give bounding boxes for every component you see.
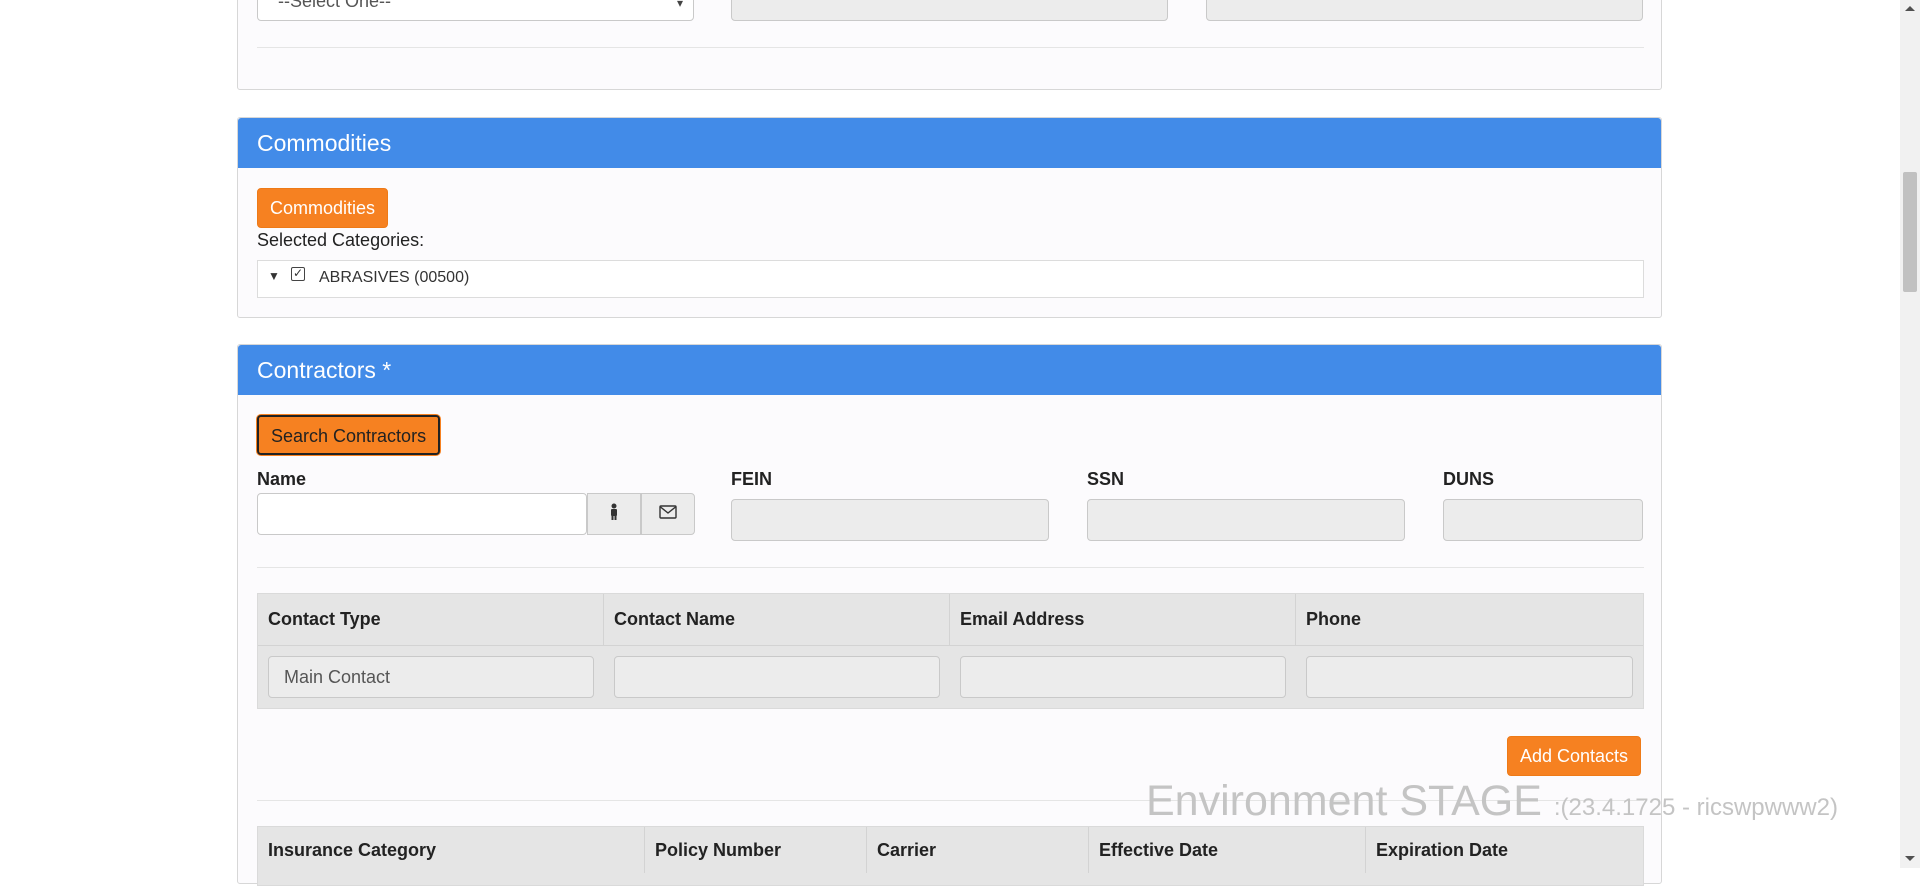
commodities-panel: Commodities Commodities Selected Categor…: [237, 117, 1662, 318]
contacts-table-header: Contact Type Contact Name Email Address …: [258, 594, 1643, 646]
checkbox-checked-icon[interactable]: ✓: [291, 267, 305, 281]
scroll-up-arrow-icon[interactable]: [1905, 6, 1915, 11]
vertical-scrollbar[interactable]: [1900, 0, 1920, 868]
person-icon-button[interactable]: [587, 493, 641, 535]
insurance-table: Insurance Category Policy Number Carrier…: [257, 826, 1644, 886]
ssn-label: SSN: [1087, 469, 1125, 489]
duns-label: DUNS: [1443, 469, 1495, 489]
divider: [257, 47, 1644, 48]
col-carrier: Carrier: [867, 827, 1089, 873]
name-input[interactable]: [257, 493, 587, 535]
version-label: :(23.4.1725 - ricswpwww2): [1553, 794, 1838, 821]
col-policy-number: Policy Number: [645, 827, 867, 873]
fein-label: FEIN: [731, 469, 773, 489]
selected-categories-label: Selected Categories:: [257, 230, 425, 250]
col-email-address: Email Address: [950, 594, 1296, 645]
person-icon: [608, 503, 620, 526]
phone-input[interactable]: [1306, 656, 1633, 698]
details-panel: --Select One-- ▾: [237, 0, 1662, 90]
type-select[interactable]: --Select One-- ▾: [257, 0, 694, 21]
commodities-heading: Commodities: [238, 118, 1661, 168]
add-contacts-button[interactable]: Add Contacts: [1507, 736, 1642, 776]
environment-label: Environment STAGE: [1146, 777, 1554, 825]
ssn-input[interactable]: [1087, 499, 1405, 541]
readonly-field-2[interactable]: [1206, 0, 1643, 21]
caret-down-icon[interactable]: ▼: [268, 269, 280, 283]
col-contact-name: Contact Name: [604, 594, 950, 645]
scroll-down-arrow-icon[interactable]: [1905, 856, 1915, 861]
email-address-input[interactable]: [960, 656, 1286, 698]
chevron-down-icon: ▾: [676, 0, 683, 10]
category-tree: ▼ ✓ ABRASIVES (00500): [257, 260, 1644, 298]
col-phone: Phone: [1306, 609, 1362, 629]
col-contact-type: Contact Type: [258, 594, 604, 645]
fein-input[interactable]: [731, 499, 1049, 541]
tree-item-label[interactable]: ABRASIVES (00500): [319, 269, 469, 287]
environment-watermark: Environment STAGE :(23.4.1725 - ricswpww…: [1146, 777, 1838, 826]
search-contractors-button[interactable]: Search Contractors: [257, 415, 441, 455]
contact-name-input[interactable]: [614, 656, 940, 698]
commodities-button[interactable]: Commodities: [257, 188, 389, 228]
col-insurance-category: Insurance Category: [258, 827, 645, 873]
scroll-thumb[interactable]: [1903, 172, 1917, 292]
table-row: Main Contact: [258, 646, 1643, 708]
contacts-table: Contact Type Contact Name Email Address …: [257, 593, 1644, 709]
contractors-heading: Contractors *: [238, 345, 1661, 395]
duns-input[interactable]: [1443, 499, 1643, 541]
divider: [257, 567, 1644, 568]
contact-type-input[interactable]: Main Contact: [268, 656, 594, 698]
name-label: Name: [257, 469, 307, 489]
envelope-icon: [659, 504, 677, 524]
col-effective-date: Effective Date: [1089, 827, 1366, 873]
col-expiration-date: Expiration Date: [1376, 839, 1509, 860]
email-icon-button[interactable]: [641, 493, 695, 535]
readonly-field-1[interactable]: [731, 0, 1168, 21]
type-select-value: --Select One--: [278, 0, 392, 11]
